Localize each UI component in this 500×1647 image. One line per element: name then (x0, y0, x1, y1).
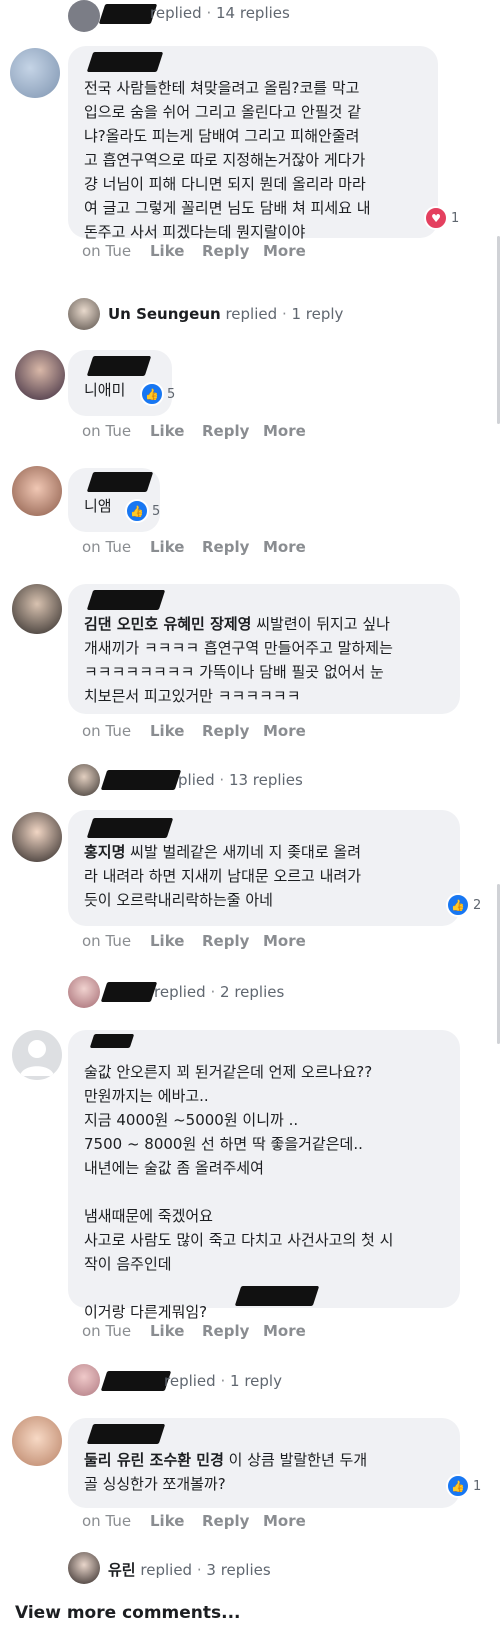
redacted-text (234, 1286, 320, 1306)
reply-summary[interactable]: plied · 13 replies (178, 771, 303, 789)
reply-button[interactable]: Reply (202, 538, 249, 556)
redacted-name (86, 1424, 166, 1444)
commenter-avatar[interactable] (12, 466, 62, 516)
commenter-avatar[interactable] (12, 812, 62, 862)
commenter-avatar[interactable] (10, 48, 60, 98)
comment-time[interactable]: on Tue (82, 722, 131, 740)
tagged-names[interactable]: 홍지명 (84, 843, 125, 861)
reaction-badge[interactable]: 👍 5 (125, 499, 160, 523)
reaction-badge[interactable]: 👍 1 (446, 1474, 481, 1498)
redacted-name (98, 4, 158, 24)
reply-button[interactable]: Reply (202, 242, 249, 260)
reply-summary[interactable]: 유린 replied · 3 replies (108, 1559, 271, 1580)
commenter-avatar[interactable] (12, 1416, 62, 1466)
thumbs-up-icon: 👍 (125, 499, 149, 523)
like-button[interactable]: Like (150, 538, 184, 556)
thumbs-up-icon: 👍 (446, 1474, 470, 1498)
reaction-badge[interactable]: ♥ 1 (424, 206, 459, 230)
comment-time[interactable]: on Tue (82, 242, 131, 260)
redacted-name (86, 590, 166, 610)
reply-button[interactable]: Reply (202, 1512, 249, 1530)
like-button[interactable]: Like (150, 1322, 184, 1340)
tagged-names[interactable]: 둘리 유린 조수환 민경 (84, 1451, 224, 1469)
heart-icon: ♥ (424, 206, 448, 230)
reply-button[interactable]: Reply (202, 1322, 249, 1340)
replier-avatar[interactable] (68, 764, 100, 796)
reply-button[interactable]: Reply (202, 722, 249, 740)
comment-bubble: 술값 안오른지 꾀 된거같은데 언제 오르나요?? 만원까지는 에바고.. 지금… (68, 1030, 460, 1321)
like-button[interactable]: Like (150, 932, 184, 950)
redacted-name (100, 982, 158, 1002)
comment-time[interactable]: on Tue (82, 422, 131, 440)
commenter-avatar[interactable] (15, 350, 65, 400)
reply-summary[interactable]: replied · 14 replies (150, 4, 290, 22)
comment-bubble: 전국 사람들한테 쳐맞을려고 올림?코를 막고 입으로 숨을 쉬어 그리고 올린… (68, 46, 438, 241)
like-button[interactable]: Like (150, 1512, 184, 1530)
more-button[interactable]: More (263, 722, 306, 740)
reply-button[interactable]: Reply (202, 422, 249, 440)
comment-time[interactable]: on Tue (82, 1322, 131, 1340)
redacted-name (89, 1034, 135, 1048)
reply-button[interactable]: Reply (202, 932, 249, 950)
thumbs-up-icon: 👍 (140, 382, 164, 406)
reply-summary[interactable]: Un Seungeun replied · 1 reply (108, 305, 343, 323)
more-button[interactable]: More (263, 242, 306, 260)
more-button[interactable]: More (263, 1322, 306, 1340)
like-button[interactable]: Like (150, 722, 184, 740)
redacted-name (100, 1371, 172, 1391)
like-button[interactable]: Like (150, 422, 184, 440)
thumbs-up-icon: 👍 (446, 893, 470, 917)
replier-avatar[interactable] (68, 1364, 100, 1396)
reply-summary[interactable]: replied · 2 replies (154, 983, 284, 1001)
reaction-badge[interactable]: 👍 2 (446, 893, 481, 917)
default-user-icon (20, 1040, 54, 1076)
more-button[interactable]: More (263, 1512, 306, 1530)
commenter-avatar[interactable] (12, 584, 62, 634)
comment-time[interactable]: on Tue (82, 538, 131, 556)
more-button[interactable]: More (263, 932, 306, 950)
view-more-comments-link[interactable]: View more comments... (15, 1603, 241, 1623)
redacted-name (86, 356, 152, 376)
more-button[interactable]: More (263, 422, 306, 440)
replier-avatar[interactable] (68, 0, 100, 32)
reply-summary[interactable]: replied · 1 reply (164, 1372, 282, 1390)
redacted-name (86, 52, 164, 72)
redacted-name (86, 818, 174, 838)
tagged-names[interactable]: 김댄 오민호 유혜민 장제영 (84, 615, 251, 633)
reaction-badge[interactable]: 👍 5 (140, 382, 175, 406)
comment-time[interactable]: on Tue (82, 1512, 131, 1530)
redacted-name (100, 770, 182, 790)
replier-avatar[interactable] (68, 298, 100, 330)
replier-avatar[interactable] (68, 1552, 100, 1584)
more-button[interactable]: More (263, 538, 306, 556)
redacted-name (86, 472, 154, 492)
like-button[interactable]: Like (150, 242, 184, 260)
commenter-avatar[interactable] (12, 1030, 62, 1080)
comment-time[interactable]: on Tue (82, 932, 131, 950)
replier-avatar[interactable] (68, 976, 100, 1008)
